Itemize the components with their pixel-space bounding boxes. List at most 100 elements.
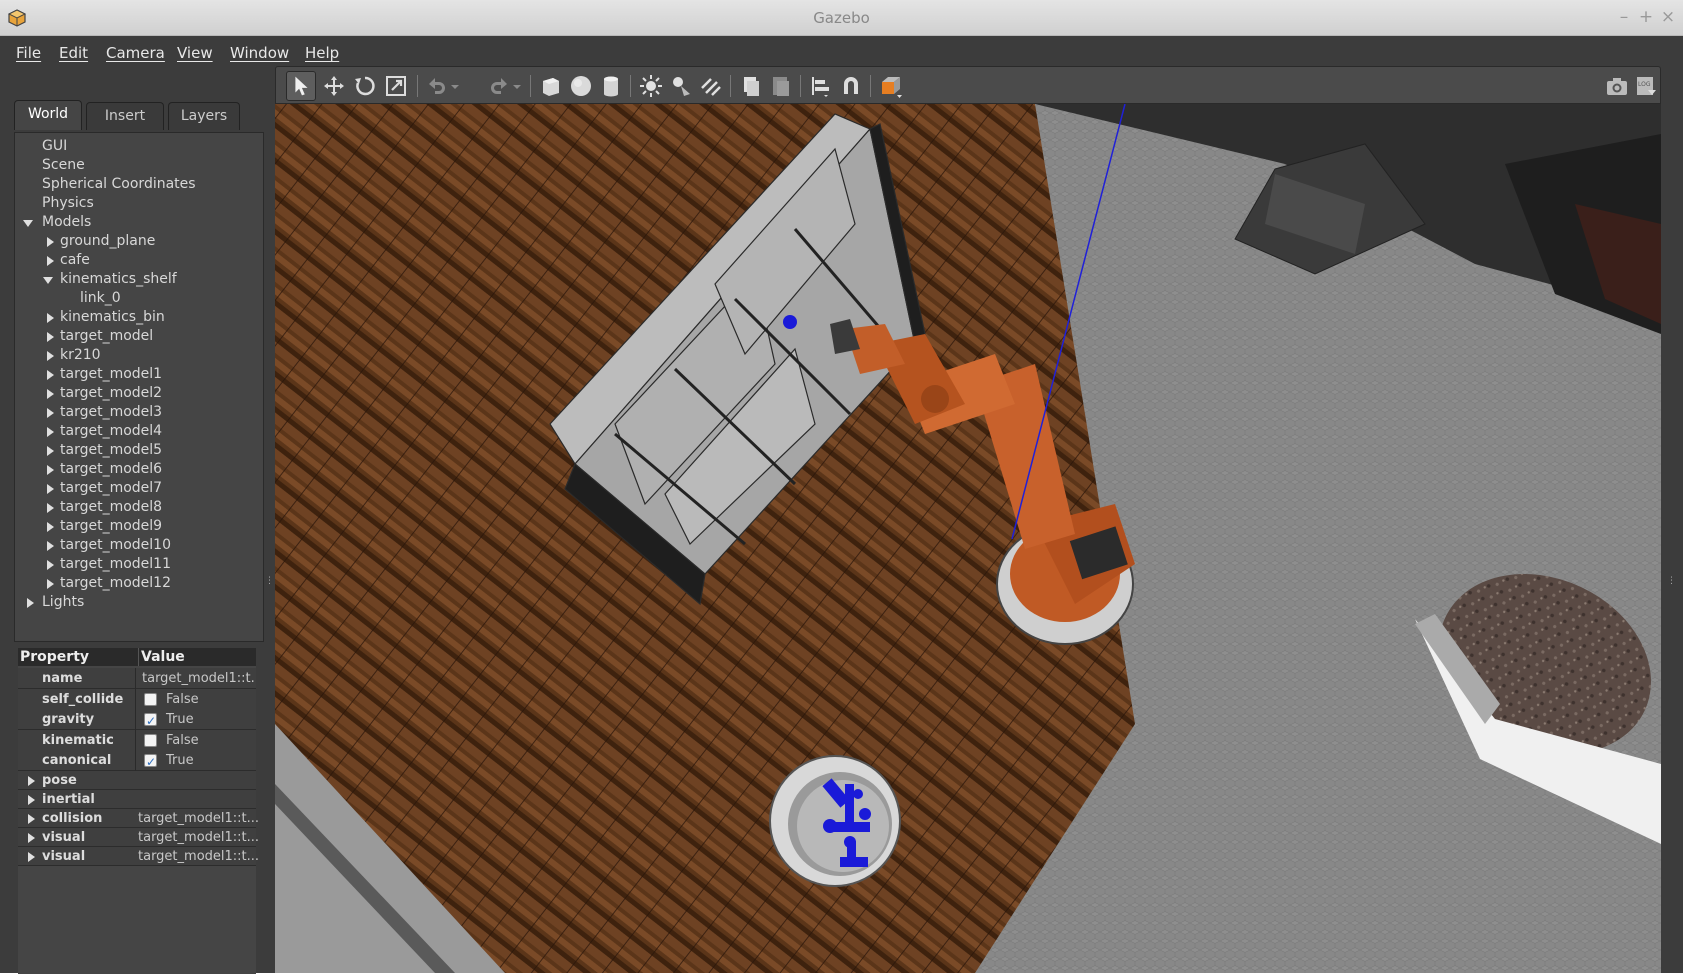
expand-inertial-icon[interactable] [28,794,35,805]
tree-item-kinematics-shelf[interactable]: kinematics_shelf [60,270,177,289]
tree-item-target-model4[interactable]: target_model4 [60,422,162,441]
right-dock-handle-icon[interactable]: ⋮ [1667,576,1676,586]
select-arrow-icon[interactable] [286,71,316,101]
view-angle-icon[interactable] [879,74,903,98]
close-icon[interactable]: × [1658,7,1678,27]
expand-visual-icon[interactable] [28,832,35,843]
property-group-collision[interactable]: collision target_model1::t... [18,808,259,828]
tree-item-cafe[interactable]: cafe [60,251,90,270]
box-icon[interactable] [539,74,563,98]
tree-item-target-model5[interactable]: target_model5 [60,441,162,460]
spot-light-icon[interactable] [669,74,693,98]
expand-ground-plane-icon[interactable] [47,237,54,247]
translate-icon[interactable] [322,74,346,98]
expand-target-model6-icon[interactable] [47,465,54,475]
expand-lights-icon[interactable] [27,598,34,608]
maximize-icon[interactable]: + [1636,7,1656,27]
tree-item-spherical-coordinates[interactable]: Spherical Coordinates [42,175,196,194]
menu-window[interactable]: Window [230,44,289,62]
kinematic-checkbox[interactable] [144,733,157,747]
log-icon[interactable]: LOG [1634,74,1658,98]
expand-target-model5-icon[interactable] [47,446,54,456]
property-value-cell[interactable]: False [138,730,256,751]
menu-help[interactable]: Help [305,44,339,62]
paste-icon[interactable] [769,74,793,98]
tree-item-target-model2[interactable]: target_model2 [60,384,162,403]
redo-icon[interactable] [487,74,511,98]
expand-collision-icon[interactable] [28,813,35,824]
expand-visual-icon[interactable] [28,851,35,862]
minimize-icon[interactable]: – [1614,7,1634,27]
tree-item-target-model9[interactable]: target_model9 [60,517,162,536]
tree-item-target-model6[interactable]: target_model6 [60,460,162,479]
tree-item-target-model7[interactable]: target_model7 [60,479,162,498]
tree-item-target-model8[interactable]: target_model8 [60,498,162,517]
tree-item-physics[interactable]: Physics [42,194,94,213]
expand-target-model-icon[interactable] [47,332,54,342]
property-value-cell[interactable]: True [138,709,256,730]
tree-item-gui[interactable]: GUI [42,137,67,156]
expand-target-model9-icon[interactable] [47,522,54,532]
tab-layers[interactable]: Layers [168,102,240,130]
menu-edit[interactable]: Edit [59,44,88,62]
redo-dropdown-icon[interactable] [511,74,523,98]
tree-item-target-model1[interactable]: target_model1 [60,365,162,384]
collapse-models-icon[interactable] [23,220,33,227]
3d-viewport[interactable] [275,104,1661,973]
expand-target-model12-icon[interactable] [47,579,54,589]
tree-item-target-model[interactable]: target_model [60,327,153,346]
screenshot-icon[interactable] [1605,74,1629,98]
copy-icon[interactable] [739,74,763,98]
property-group-inertial[interactable]: inertial [18,789,256,809]
cylinder-icon[interactable] [599,74,623,98]
align-icon[interactable] [809,74,833,98]
tree-item-kinematics-bin[interactable]: kinematics_bin [60,308,165,327]
tree-item-lights[interactable]: Lights [42,593,84,612]
property-value-cell[interactable]: target_model1::t... [138,668,256,689]
property-value-cell[interactable]: False [138,689,256,710]
sphere-icon[interactable] [569,74,593,98]
tree-item-target-model10[interactable]: target_model10 [60,536,171,555]
tree-item-models[interactable]: Models [42,213,91,232]
expand-cafe-icon[interactable] [47,256,54,266]
tree-item-ground-plane[interactable]: ground_plane [60,232,155,251]
undo-dropdown-icon[interactable] [449,74,461,98]
tab-world[interactable]: World [14,100,82,130]
scale-icon[interactable] [384,74,408,98]
tree-item-link-0[interactable]: link_0 [80,289,121,308]
tree-item-target-model3[interactable]: target_model3 [60,403,162,422]
expand-kr210-icon[interactable] [47,351,54,361]
expand-target-model11-icon[interactable] [47,560,54,570]
rotate-icon[interactable] [353,74,377,98]
tree-item-target-model11[interactable]: target_model11 [60,555,171,574]
expand-target-model1-icon[interactable] [47,370,54,380]
tree-item-target-model12[interactable]: target_model12 [60,574,171,593]
property-group-visual[interactable]: visual target_model1::t... [18,827,259,847]
expand-pose-icon[interactable] [28,775,35,786]
gravity-checkbox[interactable] [144,711,157,730]
expand-target-model8-icon[interactable] [47,503,54,513]
expand-kinematics-bin-icon[interactable] [47,313,54,323]
expand-target-model2-icon[interactable] [47,389,54,399]
self-collide-checkbox[interactable] [144,692,157,706]
property-value-cell[interactable]: True [138,750,256,771]
property-group-pose[interactable]: pose [18,770,256,790]
undo-icon[interactable] [425,74,449,98]
menu-file[interactable]: File [16,44,41,62]
expand-target-model4-icon[interactable] [47,427,54,437]
point-light-icon[interactable] [639,74,663,98]
collapse-kinematics-shelf-icon[interactable] [43,277,53,284]
menu-camera[interactable]: Camera [106,44,165,62]
tab-insert[interactable]: Insert [86,102,164,130]
tree-item-kr210[interactable]: kr210 [60,346,101,365]
expand-target-model3-icon[interactable] [47,408,54,418]
property-group-visual[interactable]: visual target_model1::t... [18,846,259,866]
menu-view[interactable]: View [177,44,213,62]
left-dock-handle-icon[interactable]: ⋮ [265,576,274,586]
expand-target-model10-icon[interactable] [47,541,54,551]
directional-light-icon[interactable] [699,74,723,98]
snap-icon[interactable] [839,74,863,98]
canonical-checkbox[interactable] [144,752,157,771]
expand-target-model7-icon[interactable] [47,484,54,494]
tree-item-scene[interactable]: Scene [42,156,85,175]
